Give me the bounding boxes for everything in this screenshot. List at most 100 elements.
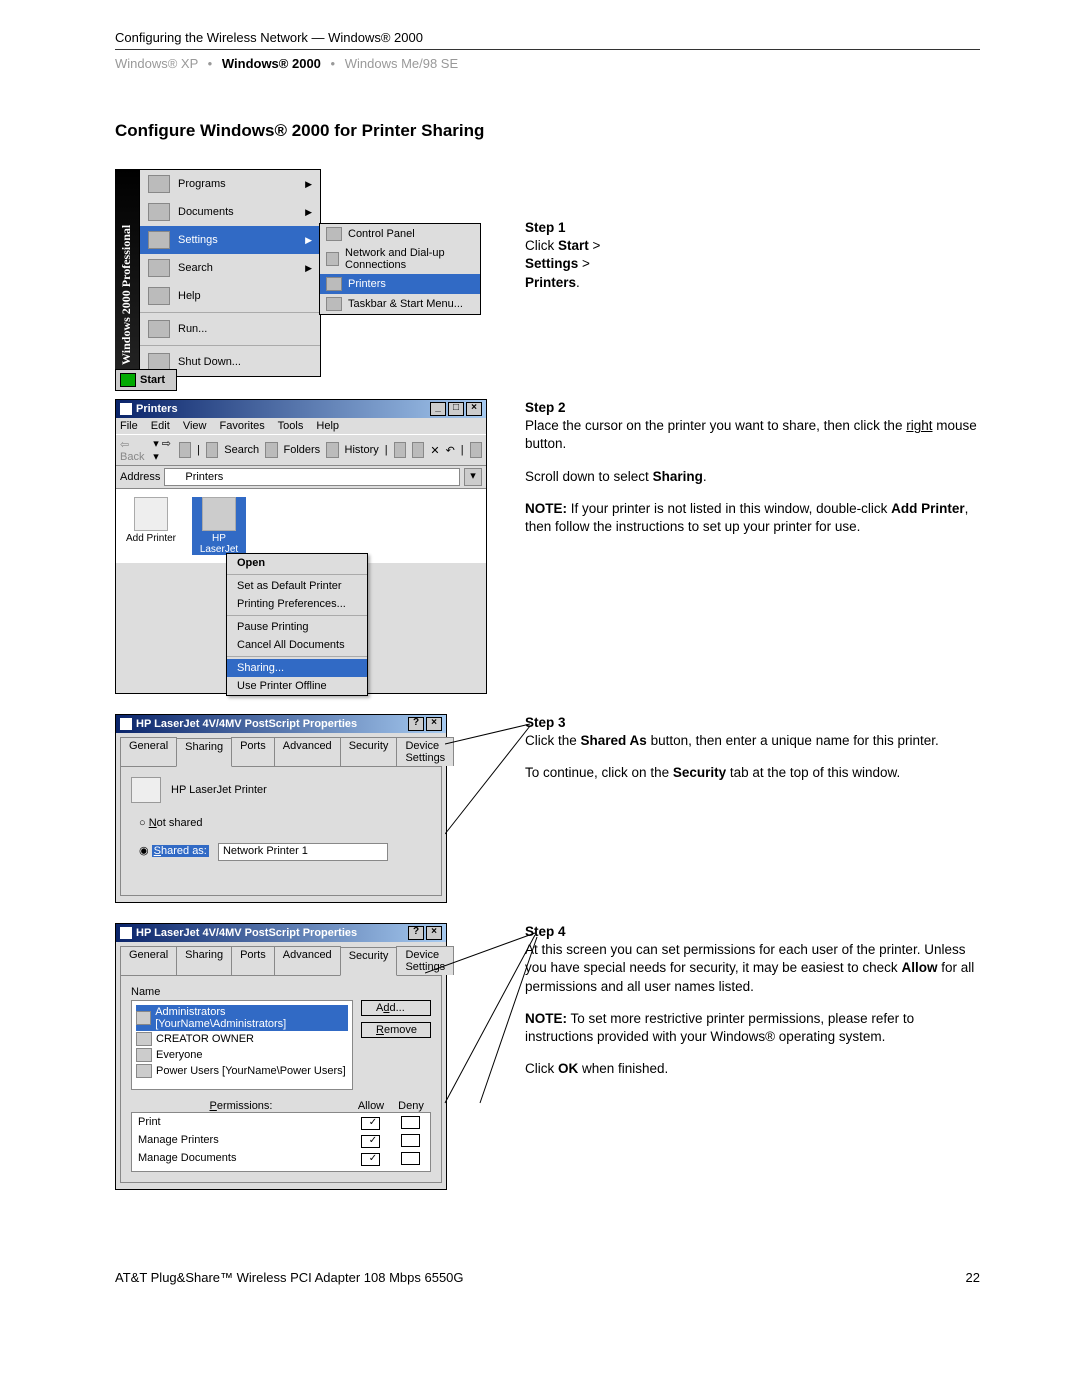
user-row[interactable]: CREATOR OWNER xyxy=(136,1031,348,1047)
footer-product: AT&T Plug&Share™ Wireless PCI Adapter 10… xyxy=(115,1270,464,1285)
ctx-sharing[interactable]: Sharing... xyxy=(227,659,367,677)
start-button[interactable]: Start xyxy=(115,369,177,391)
start-settings[interactable]: Settings▶ xyxy=(140,226,320,254)
tab-devset[interactable]: Device Settings xyxy=(396,737,454,766)
perm-row: Manage Printers✓ xyxy=(132,1133,430,1151)
sub-network[interactable]: Network and Dial-up Connections xyxy=(320,244,480,274)
settings-icon xyxy=(148,231,170,249)
toolbar[interactable]: ⇦ Back ▾ ⇨ ▾ | Search Folders History | … xyxy=(116,434,486,466)
start-help[interactable]: Help xyxy=(140,282,320,310)
start-documents[interactable]: Documents▶ xyxy=(140,198,320,226)
menu-bar[interactable]: File Edit View Favorites Tools Help xyxy=(116,418,486,434)
user-list[interactable]: Administrators [YourName\Administrators]… xyxy=(131,1000,353,1090)
tb-icon1[interactable] xyxy=(394,442,406,458)
tb-delete-icon[interactable]: ✕ xyxy=(430,444,439,457)
up-icon[interactable] xyxy=(179,442,191,458)
props-tabs[interactable]: General Sharing Ports Advanced Security … xyxy=(116,733,446,766)
perm-row: Manage Documents✓ xyxy=(132,1151,430,1169)
hp-printer-icon[interactable]: HP LaserJet xyxy=(192,497,246,555)
radio-not-shared[interactable]: ○ Not shared xyxy=(139,817,431,829)
start-run[interactable]: Run... xyxy=(140,315,320,343)
tab-security[interactable]: Security xyxy=(340,737,398,766)
step1-title: Step 1 xyxy=(525,220,566,235)
window-titlebar[interactable]: Printers _ □ × xyxy=(116,400,486,418)
tab-ports[interactable]: Ports xyxy=(231,737,275,766)
share-name-input[interactable]: Network Printer 1 xyxy=(218,843,388,861)
tab-xp[interactable]: Windows® XP xyxy=(115,56,198,71)
network-icon xyxy=(326,252,339,266)
ctx-default[interactable]: Set as Default Printer xyxy=(227,577,367,595)
allow-checkbox[interactable]: ✓ xyxy=(361,1117,380,1130)
close-button[interactable]: × xyxy=(466,402,482,416)
close-button3[interactable]: × xyxy=(426,926,442,940)
start-sidebar: Windows 2000 Professional xyxy=(115,169,139,369)
step3-title: Step 3 xyxy=(525,715,566,730)
ctx-prefs[interactable]: Printing Preferences... xyxy=(227,595,367,613)
page-number: 22 xyxy=(966,1270,980,1285)
tb-search-icon[interactable] xyxy=(206,442,218,458)
printer-big-icon xyxy=(131,777,161,803)
printer-context-menu[interactable]: Open Set as Default Printer Printing Pre… xyxy=(226,553,368,696)
deny-checkbox[interactable] xyxy=(401,1134,420,1147)
sub-taskbar[interactable]: Taskbar & Start Menu... xyxy=(320,294,480,314)
printers-title-icon xyxy=(120,403,132,415)
start-programs[interactable]: Programs▶ xyxy=(140,170,320,198)
windows-flag-icon xyxy=(120,373,136,387)
address-input[interactable]: Printers xyxy=(164,468,460,486)
min-button[interactable]: _ xyxy=(430,402,446,416)
remove-button[interactable]: Remove xyxy=(361,1022,431,1038)
address-dropdown[interactable]: ▾ xyxy=(464,468,482,486)
start-menu[interactable]: Programs▶ Documents▶ Settings▶ Search▶ H… xyxy=(139,169,321,377)
properties-dialog-security: HP LaserJet 4V/4MV PostScript Properties… xyxy=(115,923,447,1190)
search-icon xyxy=(148,259,170,277)
printers-icon xyxy=(326,277,342,291)
tab-general[interactable]: General xyxy=(120,737,177,766)
user-row[interactable]: Everyone xyxy=(136,1047,348,1063)
breadcrumb: Configuring the Wireless Network — Windo… xyxy=(115,30,980,50)
user-row[interactable]: Power Users [YourName\Power Users] xyxy=(136,1063,348,1079)
ctx-open[interactable]: Open xyxy=(227,554,367,572)
help-button2[interactable]: ? xyxy=(408,926,424,940)
user-row[interactable]: Administrators [YourName\Administrators] xyxy=(136,1005,348,1031)
documents-icon xyxy=(148,203,170,221)
group-icon xyxy=(136,1032,152,1046)
tb-icon2[interactable] xyxy=(412,442,424,458)
radio-shared-as[interactable]: ◉ Shared as: Network Printer 1 xyxy=(139,843,431,861)
tab-me98[interactable]: Windows Me/98 SE xyxy=(345,56,458,71)
max-button[interactable]: □ xyxy=(448,402,464,416)
deny-checkbox[interactable] xyxy=(401,1152,420,1165)
step4-title: Step 4 xyxy=(525,924,566,939)
tb-views-icon[interactable] xyxy=(470,442,482,458)
tb-history-icon[interactable] xyxy=(326,442,338,458)
controlpanel-icon xyxy=(326,227,342,241)
ctx-cancel[interactable]: Cancel All Documents xyxy=(227,636,367,654)
sub-controlpanel[interactable]: Control Panel xyxy=(320,224,480,244)
allow-checkbox[interactable]: ✓ xyxy=(361,1135,380,1148)
address-bar[interactable]: Address Printers ▾ xyxy=(116,466,486,489)
addr-icon xyxy=(169,471,181,483)
run-icon xyxy=(148,320,170,338)
settings-submenu[interactable]: Control Panel Network and Dial-up Connec… xyxy=(319,223,481,315)
tab-sharing[interactable]: Sharing xyxy=(176,738,232,767)
printers-window: Printers _ □ × File Edit View Favorites … xyxy=(115,399,487,694)
props-icon xyxy=(120,718,132,730)
ctx-pause[interactable]: Pause Printing xyxy=(227,618,367,636)
group-icon xyxy=(136,1011,151,1025)
props-tabs2[interactable]: General Sharing Ports Advanced Security … xyxy=(116,942,446,975)
ctx-offline[interactable]: Use Printer Offline xyxy=(227,677,367,695)
tab-w2000[interactable]: Windows® 2000 xyxy=(222,56,321,71)
add-printer-icon[interactable]: Add Printer xyxy=(124,497,178,555)
allow-checkbox[interactable]: ✓ xyxy=(361,1153,380,1166)
tb-undo-icon[interactable]: ↶ xyxy=(446,444,455,457)
props-icon2 xyxy=(120,927,132,939)
start-search[interactable]: Search▶ xyxy=(140,254,320,282)
tab-advanced[interactable]: Advanced xyxy=(274,737,341,766)
tb-folders-icon[interactable] xyxy=(265,442,277,458)
page-title: Configure Windows® 2000 for Printer Shar… xyxy=(115,121,980,141)
add-button[interactable]: Add... xyxy=(361,1000,431,1016)
perm-row: Print✓ xyxy=(132,1115,430,1133)
close-button2[interactable]: × xyxy=(426,717,442,731)
sub-printers[interactable]: Printers xyxy=(320,274,480,294)
help-button[interactable]: ? xyxy=(408,717,424,731)
deny-checkbox[interactable] xyxy=(401,1116,420,1129)
